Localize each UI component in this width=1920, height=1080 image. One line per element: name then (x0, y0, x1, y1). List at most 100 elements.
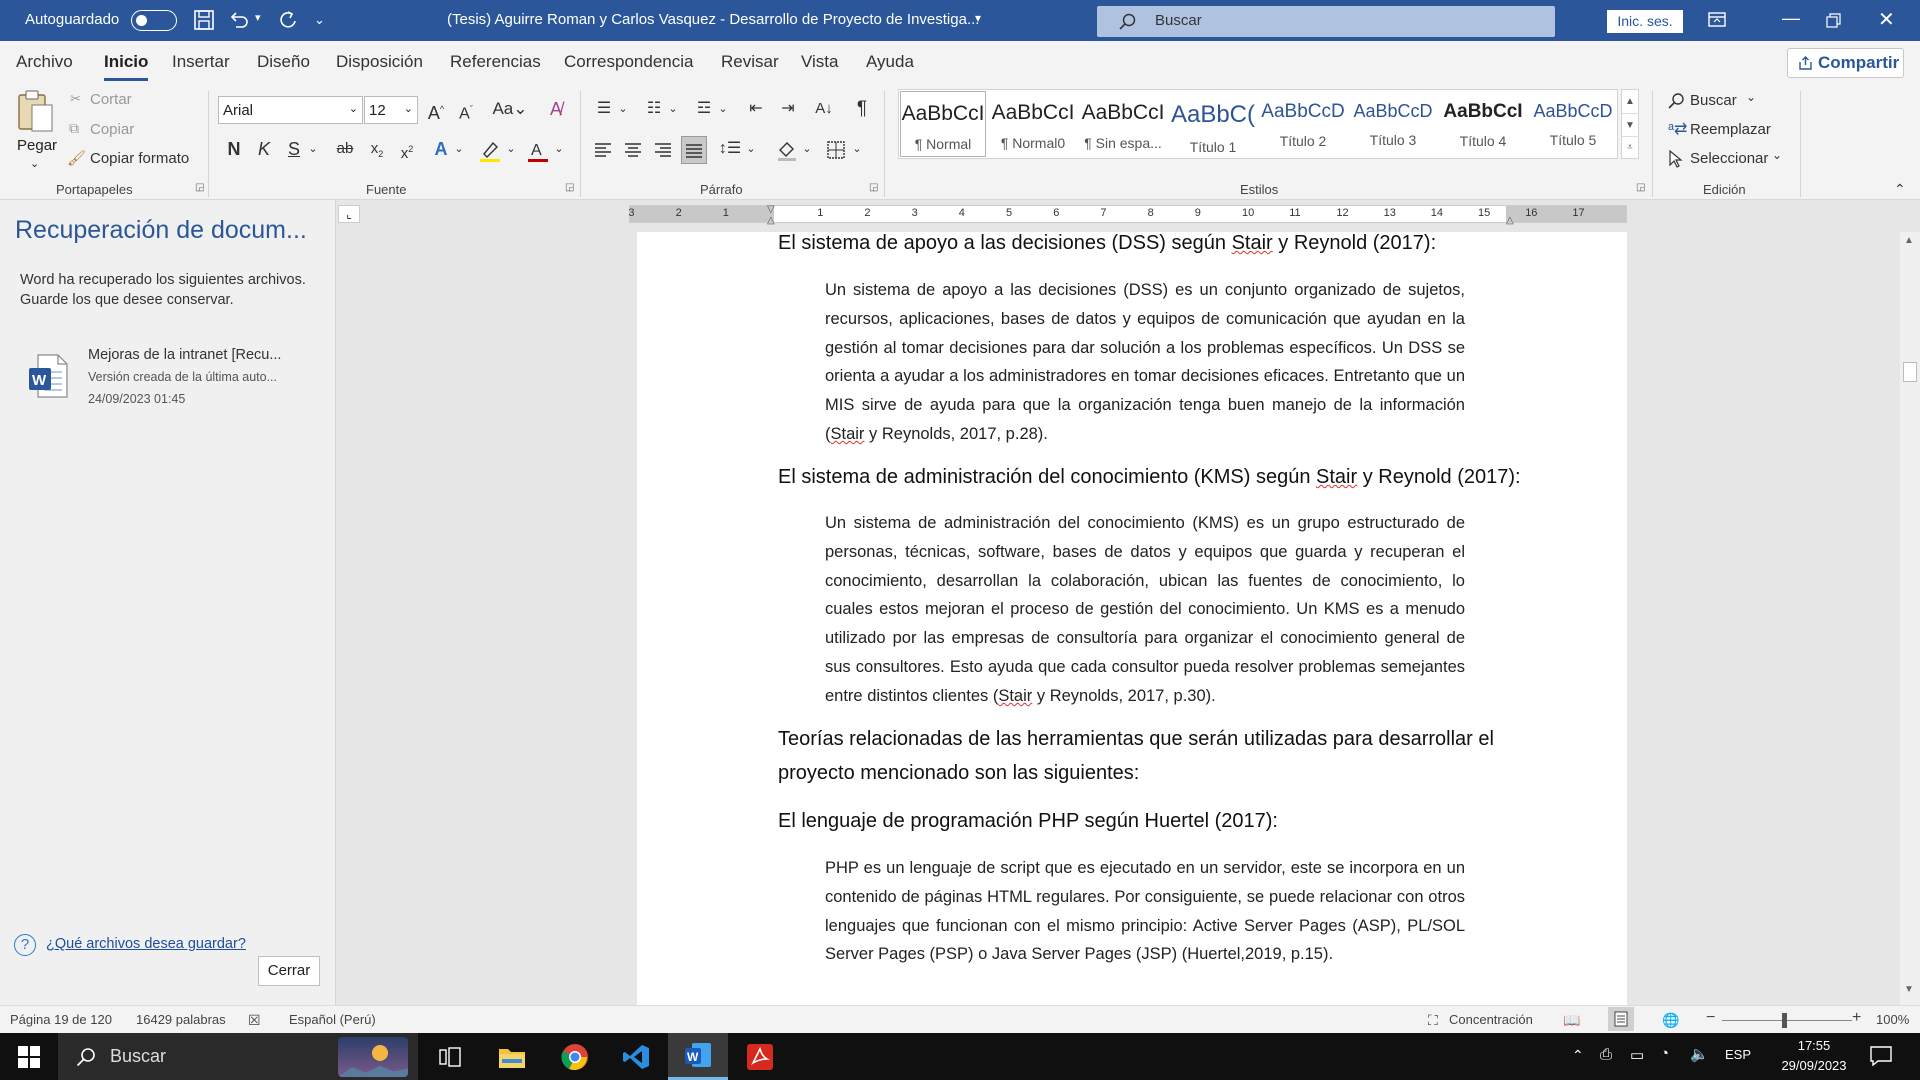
tab-archivo[interactable]: Archivo (16, 52, 73, 72)
taskbar-search-box[interactable]: Buscar (58, 1033, 418, 1080)
heading-theories-line1[interactable]: Teorías relacionadas de las herramientas… (778, 728, 1494, 751)
word-count[interactable]: 16429 palabras (136, 1012, 226, 1027)
bullets-icon[interactable]: ☰ (592, 97, 616, 123)
hanging-indent-marker[interactable]: △ (767, 215, 775, 226)
text-effects-icon[interactable]: A (430, 137, 452, 163)
align-left-icon[interactable] (592, 139, 614, 161)
search-input[interactable]: Buscar (1097, 6, 1555, 37)
subscript-icon[interactable]: x2 (366, 137, 388, 163)
grow-font-icon[interactable]: A^ (424, 97, 448, 123)
scroll-up-icon[interactable]: ▲ (1904, 235, 1914, 246)
format-painter-button[interactable]: Copiar formato (90, 150, 189, 167)
tab-selector-icon[interactable]: ⌞ (338, 205, 360, 223)
bullets-dropdown-icon[interactable]: ⌄ (616, 97, 630, 123)
bold-icon[interactable]: N (222, 137, 246, 163)
zoom-slider-thumb[interactable] (1782, 1013, 1787, 1028)
line-spacing-dropdown-icon[interactable]: ⌄ (744, 137, 758, 163)
minimize-icon[interactable]: — (1782, 8, 1800, 29)
print-layout-icon[interactable] (1608, 1007, 1634, 1031)
undo-icon[interactable] (228, 9, 250, 31)
restore-icon[interactable] (1826, 13, 1841, 28)
wifi-icon[interactable]: ◔ (1660, 1045, 1669, 1062)
heading-theories-line2[interactable]: proyecto mencionado son las siguientes: (778, 762, 1139, 785)
heading-kms[interactable]: El sistema de administración del conocim… (778, 466, 1521, 489)
tab-vista[interactable]: Vista (801, 52, 839, 72)
device-icon[interactable]: ⎙ (1600, 1046, 1612, 1063)
underline-dropdown-icon[interactable]: ⌄ (306, 137, 320, 163)
align-center-icon[interactable] (622, 139, 644, 161)
text-effects-dropdown-icon[interactable]: ⌄ (452, 137, 466, 163)
style-heading-1[interactable]: AaBbC( Título 1 (1170, 91, 1256, 157)
tab-ayuda[interactable]: Ayuda (866, 52, 914, 72)
style-heading-2[interactable]: AaBbCcD Título 2 (1260, 91, 1346, 157)
zoom-slider[interactable] (1722, 1020, 1852, 1021)
scrollbar-thumb[interactable] (1903, 362, 1917, 382)
copy-button[interactable]: Copiar (90, 121, 134, 138)
change-case-icon[interactable]: Aa⌄ (490, 97, 530, 123)
tab-insertar[interactable]: Insertar (172, 52, 230, 72)
document-page[interactable]: El sistema de apoyo a las decisiones (DS… (637, 232, 1627, 1012)
sign-in-button[interactable]: Inic. ses. (1607, 10, 1683, 33)
horizontal-ruler[interactable]: 3 2 1 1 2 3 4 5 6 7 8 9 10 11 12 13 14 15 16 17 ▽ △ △ (628, 204, 1627, 226)
multilevel-dropdown-icon[interactable]: ⌄ (716, 97, 730, 123)
heading-dss[interactable]: El sistema de apoyo a las decisiones (DS… (778, 232, 1436, 255)
cut-button[interactable]: Cortar (90, 91, 132, 108)
tab-disposicion[interactable]: Disposición (336, 52, 423, 72)
misspelled-word[interactable]: Stair (1232, 232, 1273, 254)
paragraph-dss[interactable]: Un sistema de apoyo a las decisiones (DS… (825, 276, 1465, 449)
show-formatting-icon[interactable]: ¶ (850, 97, 874, 123)
line-spacing-icon[interactable]: ↕☰ (718, 137, 742, 163)
windows-start-icon[interactable] (18, 1046, 40, 1068)
styles-scroll-up-icon[interactable]: ▲ (1622, 90, 1638, 113)
style-no-spacing[interactable]: AaBbCcI ¶ Sin espa... (1080, 91, 1166, 157)
language-status[interactable]: Español (Perú) (289, 1012, 376, 1027)
page-count[interactable]: Página 19 de 120 (10, 1012, 112, 1027)
clear-formatting-icon[interactable]: A̸ (544, 97, 568, 123)
proofing-icon[interactable]: ☒ (248, 1012, 261, 1029)
tab-referencias[interactable]: Referencias (450, 52, 541, 72)
web-layout-icon[interactable]: 🌐 (1662, 1012, 1679, 1029)
read-mode-icon[interactable]: 📖 (1563, 1012, 1580, 1029)
word-taskbar-icon[interactable]: W (668, 1033, 728, 1080)
style-normal[interactable]: AaBbCcI ¶ Normal (900, 91, 986, 157)
misspelled-word[interactable]: Stair (831, 425, 865, 443)
tab-revisar[interactable]: Revisar (721, 52, 779, 72)
misspelled-word[interactable]: Stair (1316, 466, 1357, 488)
first-line-indent-marker[interactable]: ▽ (767, 204, 775, 215)
tab-diseno[interactable]: Diseño (257, 52, 310, 72)
font-family-select[interactable]: Arial ⌄ (218, 96, 363, 124)
numbering-dropdown-icon[interactable]: ⌄ (666, 97, 680, 123)
paragraph-php[interactable]: PHP es un lenguaje de script que es ejec… (825, 854, 1465, 969)
battery-icon[interactable]: ▭ (1630, 1046, 1644, 1064)
zoom-in-icon[interactable]: + (1852, 1009, 1861, 1027)
decrease-indent-icon[interactable]: ⇤ (744, 97, 768, 123)
multilevel-list-icon[interactable]: ☲ (692, 97, 716, 123)
document-title[interactable]: (Tesis) Aguirre Roman y Carlos Vasquez -… (447, 11, 979, 28)
file-explorer-icon[interactable] (482, 1033, 542, 1080)
notifications-icon[interactable] (1870, 1046, 1892, 1066)
vscode-icon[interactable] (606, 1033, 666, 1080)
superscript-icon[interactable]: x2 (396, 137, 418, 163)
highlight-icon[interactable] (478, 139, 502, 163)
font-color-dropdown-icon[interactable]: ⌄ (552, 137, 566, 163)
volume-icon[interactable]: 🔈 (1690, 1045, 1709, 1063)
italic-icon[interactable]: K (252, 137, 276, 163)
redo-icon[interactable] (276, 9, 298, 31)
styles-launcher-icon[interactable]: ◲ (1636, 182, 1645, 193)
save-icon[interactable] (193, 9, 215, 31)
focus-mode-button[interactable]: Concentración (1449, 1012, 1533, 1027)
highlight-dropdown-icon[interactable]: ⌄ (504, 137, 518, 163)
title-dropdown-icon[interactable]: ▾ (975, 11, 981, 25)
share-button[interactable]: Compartir (1787, 48, 1904, 78)
close-window-icon[interactable]: ✕ (1878, 7, 1895, 32)
paste-dropdown-icon[interactable]: ⌄ (30, 157, 39, 170)
tab-correspondencia[interactable]: Correspondencia (564, 52, 693, 72)
borders-dropdown-icon[interactable]: ⌄ (850, 137, 864, 163)
styles-scroll-down-icon[interactable]: ▼ (1622, 113, 1638, 136)
font-color-icon[interactable]: A (526, 139, 550, 163)
ribbon-display-options-icon[interactable] (1708, 11, 1726, 29)
clipboard-launcher-icon[interactable]: ◲ (195, 182, 204, 193)
autosave-toggle[interactable] (131, 10, 177, 31)
sort-icon[interactable]: A↓ (812, 97, 836, 123)
zoom-level[interactable]: 100% (1876, 1012, 1909, 1027)
